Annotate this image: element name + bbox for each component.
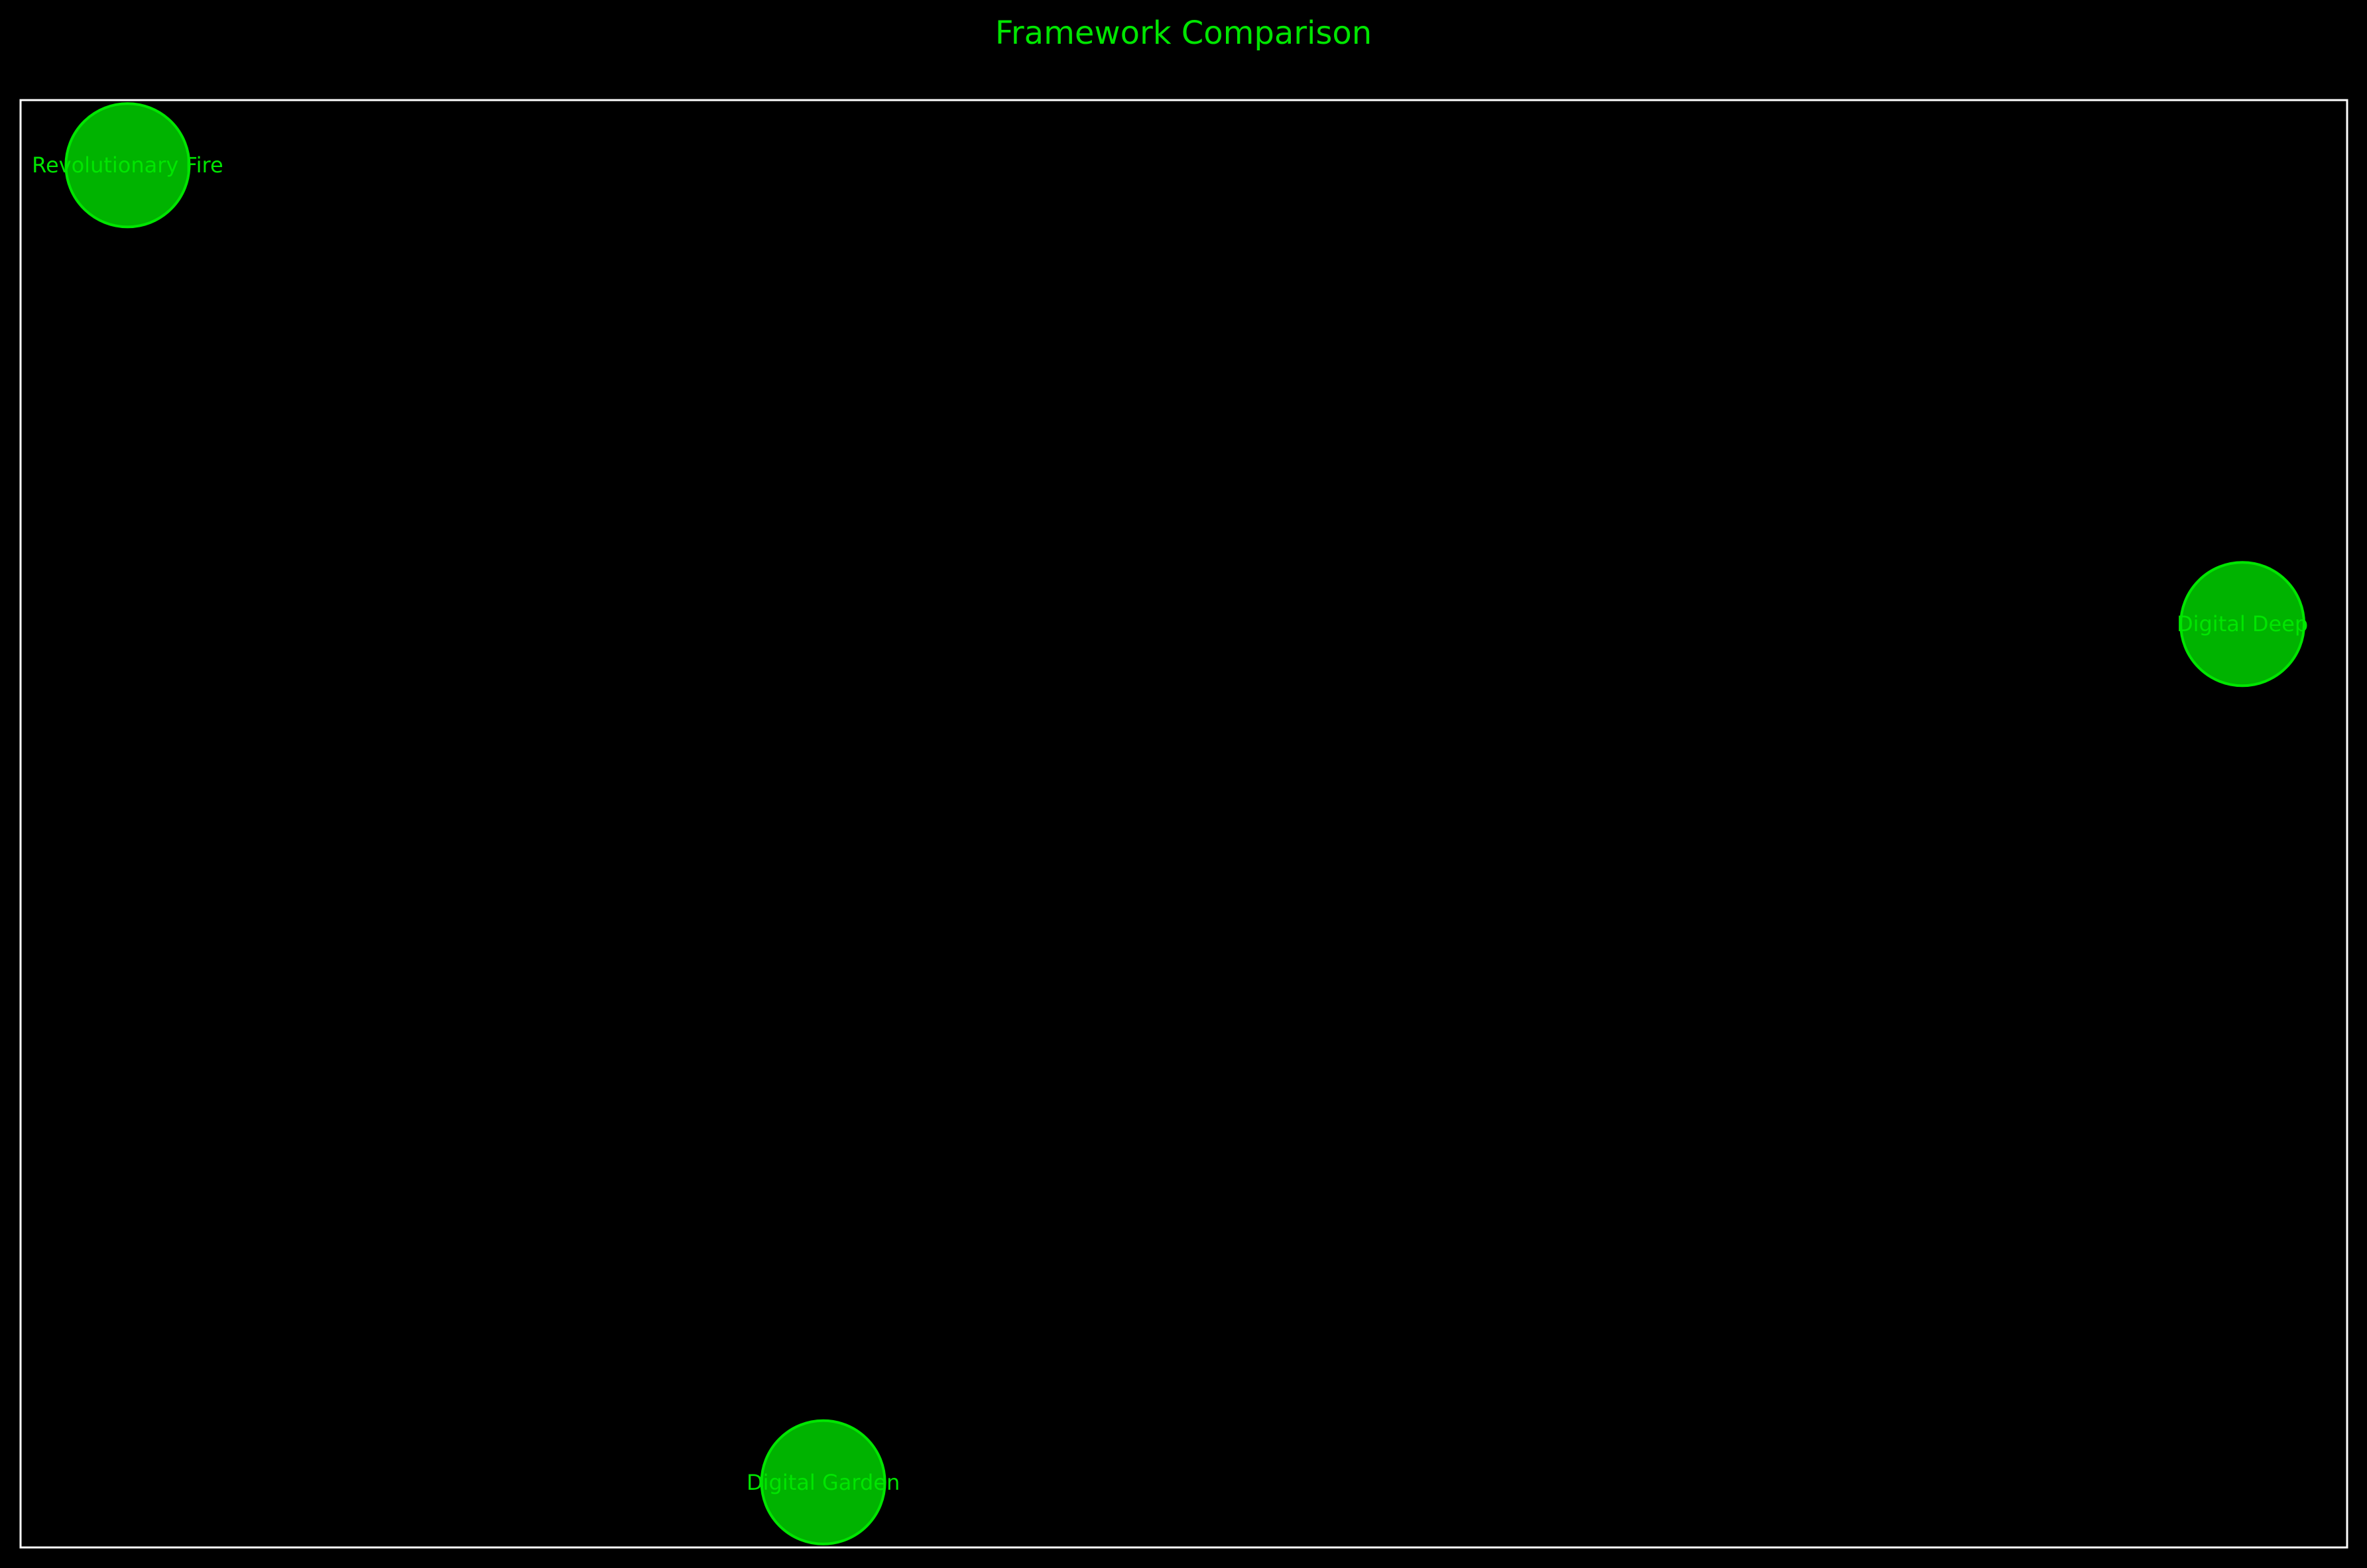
data-point-label: Digital Deep [2177, 611, 2308, 636]
data-point-label: Revolutionary Fire [32, 152, 223, 178]
scatter-chart: Framework Comparison Revolutionary Fire D… [0, 0, 2367, 1568]
data-point-label: Digital Garden [747, 1470, 900, 1495]
chart-title: Framework Comparison [995, 15, 1372, 52]
chart-background [0, 0, 2367, 1568]
